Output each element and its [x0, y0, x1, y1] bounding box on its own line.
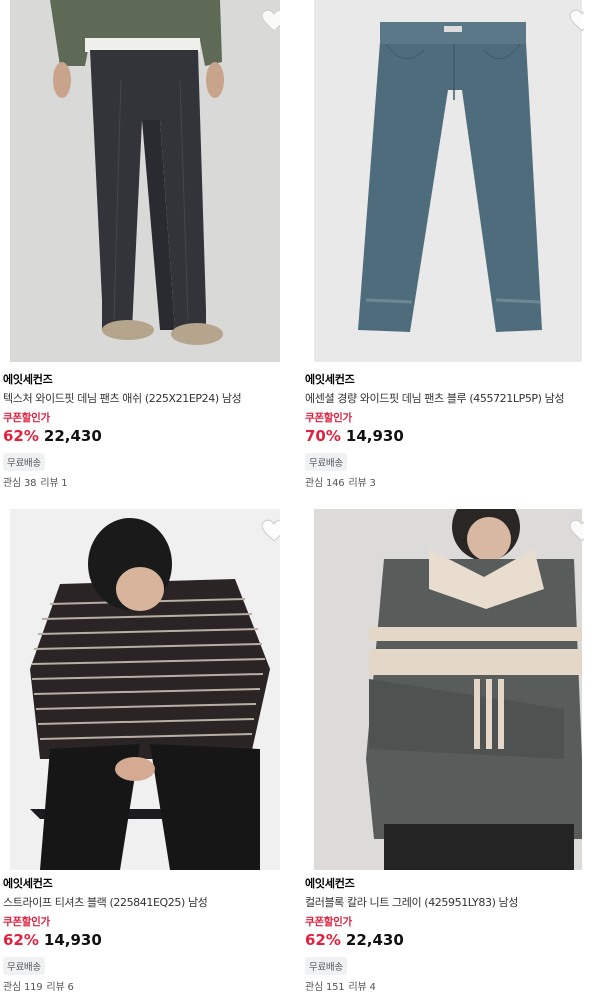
sale-price: 14,930	[345, 427, 404, 445]
product-image[interactable]	[314, 509, 584, 870]
coupon-label: 쿠폰할인가	[3, 916, 50, 928]
price-row: 62% 22,430	[3, 427, 102, 445]
sale-price: 22,430	[43, 427, 102, 445]
heart-icon[interactable]	[261, 519, 280, 543]
coupon-label: 쿠폰할인가	[3, 412, 50, 424]
product-image[interactable]	[10, 509, 280, 870]
free-shipping-badge: 무료배송	[3, 453, 45, 471]
product-image[interactable]	[10, 0, 280, 362]
discount-rate: 70%	[305, 427, 341, 445]
sale-price: 14,930	[43, 931, 102, 949]
brand-name[interactable]: 에잇세컨즈	[3, 371, 53, 387]
coupon-label: 쿠폰할인가	[305, 412, 352, 424]
interest-count: 관심 151	[305, 982, 345, 993]
discount-rate: 62%	[3, 427, 39, 445]
price-row: 62% 22,430	[305, 931, 404, 949]
review-count: 리뷰 6	[46, 982, 74, 993]
discount-rate: 62%	[3, 931, 39, 949]
brand-name[interactable]: 에잇세컨즈	[3, 875, 53, 891]
price-row: 70% 14,930	[305, 427, 404, 445]
product-image[interactable]	[314, 0, 584, 362]
free-shipping-badge: 무료배송	[3, 957, 45, 975]
free-shipping-badge: 무료배송	[305, 453, 347, 471]
heart-icon[interactable]	[261, 9, 280, 33]
product-title[interactable]: 컬러블록 칼라 니트 그레이 (425951LY83) 남성	[305, 894, 592, 910]
heart-icon[interactable]	[569, 519, 584, 543]
product-stats: 관심 151 리뷰 4	[305, 978, 376, 993]
review-count: 리뷰 4	[348, 982, 376, 993]
free-shipping-badge: 무료배송	[305, 957, 347, 975]
product-stats: 관심 38 리뷰 1	[3, 474, 68, 489]
interest-count: 관심 146	[305, 478, 345, 489]
product-title[interactable]: 스트라이프 티셔츠 블랙 (225841EQ25) 남성	[3, 894, 293, 910]
product-title[interactable]: 텍스처 와이드핏 데님 팬츠 애쉬 (225X21EP24) 남성	[3, 390, 293, 406]
product-stats: 관심 146 리뷰 3	[305, 474, 376, 489]
interest-count: 관심 119	[3, 982, 43, 993]
heart-icon[interactable]	[569, 9, 584, 33]
review-count: 리뷰 1	[40, 478, 68, 489]
brand-name[interactable]: 에잇세컨즈	[305, 875, 355, 891]
price-row: 62% 14,930	[3, 931, 102, 949]
product-stats: 관심 119 리뷰 6	[3, 978, 74, 993]
coupon-label: 쿠폰할인가	[305, 916, 352, 928]
interest-count: 관심 38	[3, 478, 37, 489]
product-title[interactable]: 에센셜 경량 와이드핏 데님 팬츠 블루 (455721LP5P) 남성	[305, 390, 592, 406]
sale-price: 22,430	[345, 931, 404, 949]
discount-rate: 62%	[305, 931, 341, 949]
brand-name[interactable]: 에잇세컨즈	[305, 371, 355, 387]
review-count: 리뷰 3	[348, 478, 376, 489]
